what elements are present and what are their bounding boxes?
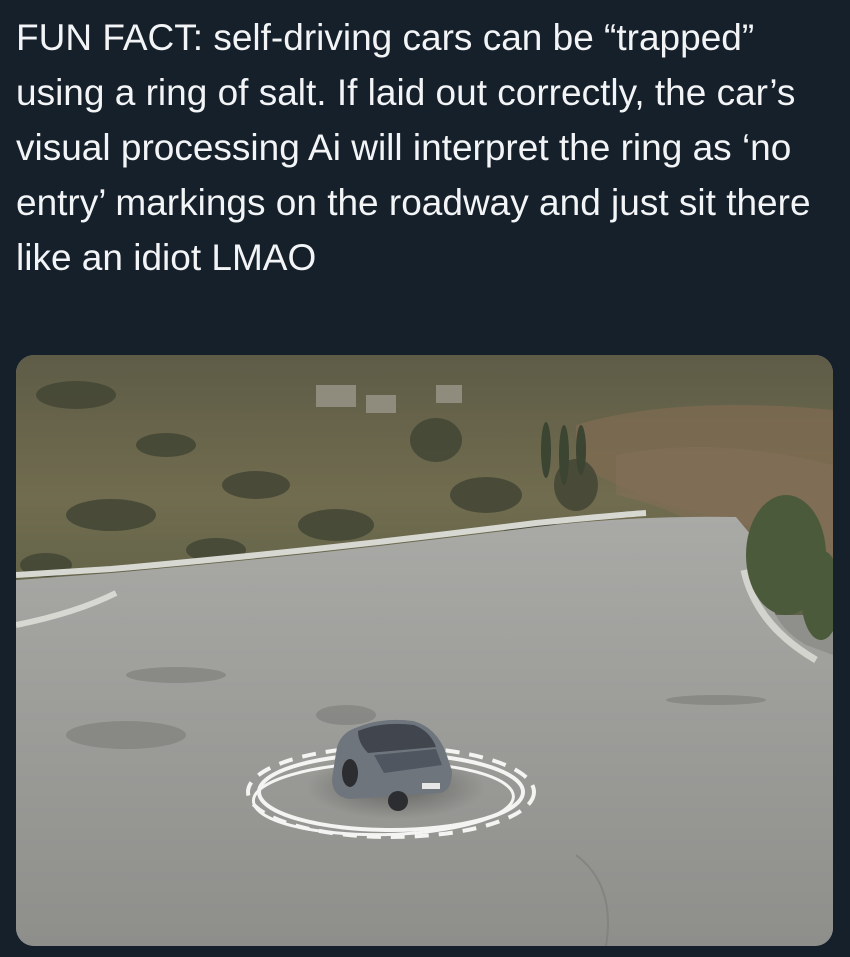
tweet-post: FUN FACT: self-driving cars can be “trap… bbox=[0, 0, 850, 957]
post-text: FUN FACT: self-driving cars can be “trap… bbox=[16, 17, 811, 278]
photo-scene bbox=[16, 355, 833, 946]
post-photo[interactable] bbox=[16, 355, 833, 946]
